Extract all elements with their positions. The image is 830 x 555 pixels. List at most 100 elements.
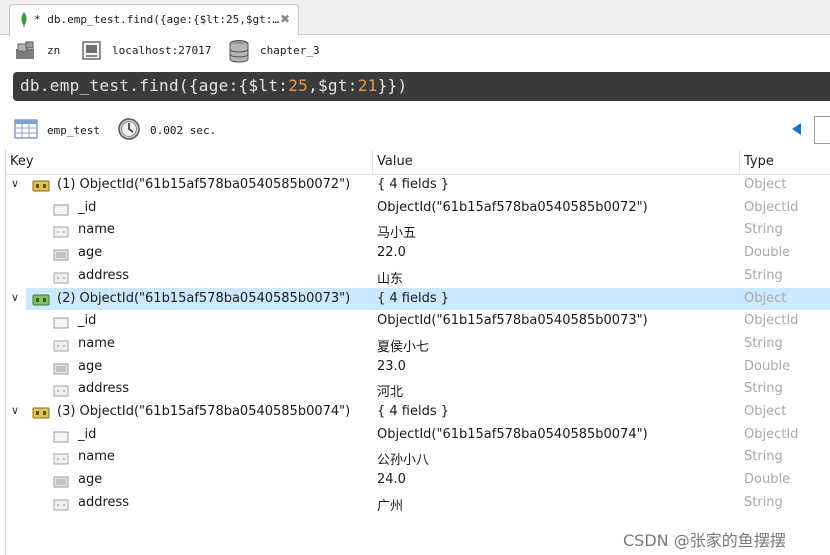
key-cell: address	[78, 494, 130, 510]
key-cell: _id	[78, 426, 97, 442]
query-token: db.emp_test.find({age:{$lt:	[20, 76, 289, 95]
query-token: 21	[357, 76, 378, 95]
server-icon	[82, 41, 101, 60]
expand-chevron-icon[interactable]: ∨	[11, 177, 19, 190]
column-value[interactable]: Value	[377, 154, 413, 169]
query-token: ,$gt:	[308, 76, 358, 95]
string-icon	[53, 382, 69, 401]
field-row[interactable]: _id ObjectId("61b15af578ba0540585b0072") O…	[6, 197, 830, 220]
type-cell: Double	[744, 358, 791, 374]
field-row[interactable]: name 公孙小八 String	[6, 446, 830, 469]
value-cell: ObjectId("61b15af578ba0540585b0072")	[377, 199, 648, 215]
collection-name: emp_test	[47, 124, 100, 137]
number-icon	[53, 360, 69, 379]
value-cell: 山东	[377, 271, 404, 287]
type-cell: String	[744, 494, 783, 510]
string-icon	[53, 269, 69, 288]
string-icon	[53, 223, 69, 242]
type-cell: Object	[744, 404, 787, 419]
document-icon	[32, 405, 50, 424]
connection-info: zn localhost:27017 chapter_3	[0, 36, 830, 68]
field-row[interactable]: age 24.0 Double	[6, 469, 830, 492]
value-cell: 马小五	[377, 226, 417, 242]
string-icon	[53, 496, 69, 515]
field-row[interactable]: _id ObjectId("61b15af578ba0540585b0073") O…	[6, 310, 830, 333]
field-row[interactable]: address 山东 String	[6, 265, 830, 288]
string-icon	[53, 450, 69, 469]
value-cell: 广州	[377, 498, 404, 514]
expand-chevron-icon[interactable]: ∨	[11, 291, 19, 304]
value-cell: 23.0	[377, 358, 406, 374]
type-cell: ObjectId	[744, 313, 799, 329]
page-size-input[interactable]	[814, 116, 830, 144]
string-icon	[53, 337, 69, 356]
query-time: 0.002 sec.	[150, 124, 217, 137]
database-icon	[229, 40, 249, 63]
query-text[interactable]: db.emp_test.find({age:{$lt:25,$gt:21}})	[20, 76, 407, 95]
key-cell: name	[78, 335, 115, 351]
document-icon	[32, 178, 50, 197]
type-cell: ObjectId	[744, 426, 799, 442]
watermark: CSDN @张家的鱼摆摆	[623, 531, 786, 550]
field-row[interactable]: address 广州 String	[6, 492, 830, 515]
value-cell: { 4 fields }	[377, 177, 450, 192]
clock-icon	[118, 118, 140, 140]
column-key[interactable]: Key	[10, 154, 34, 169]
value-cell: 河北	[377, 385, 404, 401]
user-icon	[16, 41, 34, 59]
key-cell: name	[78, 449, 115, 465]
tab-query[interactable]: * db.emp_test.find({age:{$lt:25,$gt:… ✖	[9, 4, 299, 36]
query-editor[interactable]: db.emp_test.find({age:{$lt:25,$gt:21}})	[13, 72, 830, 101]
previous-page-icon[interactable]	[792, 123, 801, 135]
column-divider[interactable]	[372, 150, 373, 174]
key-cell: address	[78, 381, 130, 397]
expand-chevron-icon[interactable]: ∨	[11, 404, 19, 417]
field-row[interactable]: name 夏侯小七 String	[6, 333, 830, 356]
key-cell: age	[78, 245, 103, 261]
table-header: Key Value Type	[6, 150, 830, 175]
query-token: 25	[288, 76, 309, 95]
document-row[interactable]: ∨ (2) ObjectId("61b15af578ba0540585b0073"…	[11, 287, 830, 311]
field-row[interactable]: address 河北 String	[6, 378, 830, 401]
value-cell: ObjectId("61b15af578ba0540585b0074")	[377, 426, 648, 442]
connection-host: localhost:27017	[112, 44, 212, 57]
connection-user: zn	[47, 44, 61, 57]
query-token: }})	[377, 76, 408, 95]
field-row[interactable]: age 23.0 Double	[6, 356, 830, 379]
document-row[interactable]: ∨ (3) ObjectId("61b15af578ba0540585b0074"…	[6, 401, 830, 424]
value-cell: 公孙小八	[377, 453, 430, 469]
type-cell: ObjectId	[744, 199, 799, 215]
type-cell: String	[744, 335, 783, 351]
value-cell: 22.0	[377, 245, 406, 261]
value-cell: ObjectId("61b15af578ba0540585b0073")	[377, 313, 648, 329]
table-view-icon[interactable]	[14, 118, 38, 140]
id-icon	[53, 314, 69, 333]
key-cell: age	[78, 358, 103, 374]
type-cell: Double	[744, 245, 791, 261]
number-icon	[53, 246, 69, 265]
id-icon	[53, 428, 69, 447]
key-cell: (3) ObjectId("61b15af578ba0540585b0074")	[57, 404, 351, 419]
value-cell: { 4 fields }	[377, 290, 450, 306]
column-type[interactable]: Type	[744, 154, 774, 169]
value-cell: 夏侯小七	[377, 339, 430, 355]
tab-bar: * db.emp_test.find({age:{$lt:25,$gt:… ✖	[0, 0, 830, 36]
column-divider[interactable]	[739, 150, 740, 174]
type-cell: String	[744, 222, 783, 238]
document-row[interactable]: ∨ (1) ObjectId("61b15af578ba0540585b0072"…	[6, 174, 830, 197]
type-cell: String	[744, 267, 783, 283]
id-icon	[53, 201, 69, 220]
type-cell: String	[744, 449, 783, 465]
field-row[interactable]: name 马小五 String	[6, 219, 830, 242]
type-cell: Object	[744, 177, 787, 192]
field-row[interactable]: age 22.0 Double	[6, 242, 830, 265]
close-tab-icon[interactable]: ✖	[280, 12, 290, 26]
key-cell: address	[78, 267, 130, 283]
field-row[interactable]: _id ObjectId("61b15af578ba0540585b0074") O…	[6, 424, 830, 447]
document-icon	[32, 292, 50, 311]
type-cell: Object	[744, 290, 787, 306]
number-icon	[53, 473, 69, 492]
connection-database: chapter_3	[260, 44, 320, 57]
type-cell: Double	[744, 472, 791, 488]
key-cell: (1) ObjectId("61b15af578ba0540585b0072")	[57, 177, 351, 192]
